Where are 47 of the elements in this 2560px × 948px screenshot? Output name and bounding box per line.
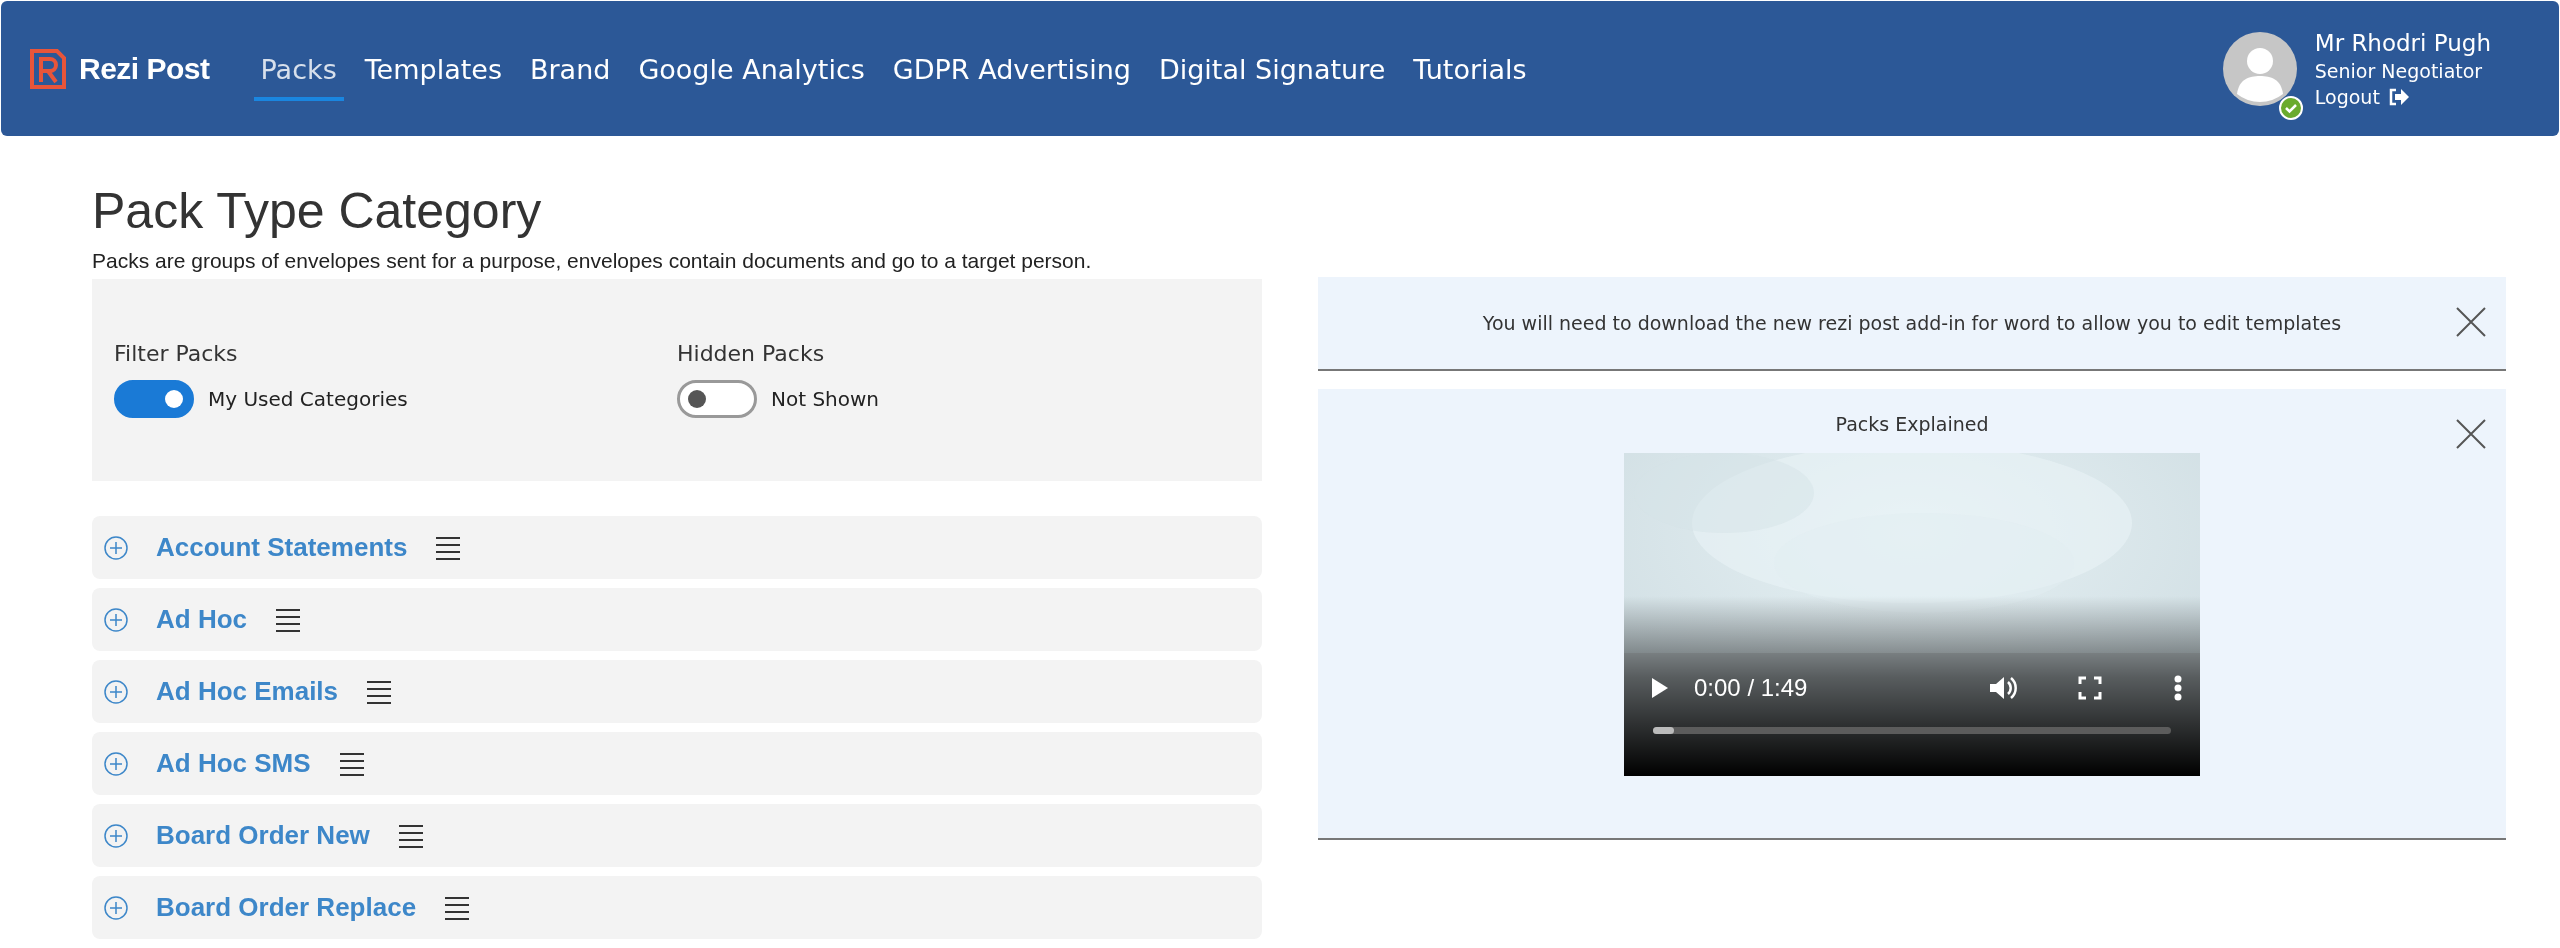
filter-label: Hidden Packs <box>677 341 826 366</box>
page-description: Packs are groups of envelopes sent for a purpose, envelopes contain documents and go to a target person. <box>92 249 1093 273</box>
list-icon[interactable] <box>366 679 393 704</box>
list-icon[interactable] <box>338 751 365 776</box>
toggle-switch[interactable] <box>677 380 757 418</box>
expand-icon[interactable] <box>104 823 128 848</box>
fullscreen-icon[interactable] <box>2078 676 2102 700</box>
toggle-label: Not Shown <box>771 387 880 411</box>
expand-icon[interactable] <box>104 535 128 560</box>
nav-tab[interactable]: GDPR Advertising <box>885 44 1138 101</box>
category-name: Ad Hoc <box>156 604 247 635</box>
toggle-switch[interactable] <box>114 380 194 418</box>
expand-icon[interactable] <box>104 679 128 704</box>
volume-icon[interactable] <box>1988 674 2018 702</box>
category-name: Account Statements <box>156 532 408 563</box>
category-name: Board Order New <box>156 820 370 851</box>
list-icon[interactable] <box>444 895 471 920</box>
play-icon[interactable] <box>1650 676 1670 700</box>
video-title: Packs Explained <box>1835 413 1989 435</box>
nav-tab[interactable]: Templates <box>357 44 509 101</box>
expand-icon[interactable] <box>104 895 128 920</box>
nav-tab[interactable]: Google Analytics <box>631 44 872 101</box>
list-icon[interactable] <box>397 823 424 848</box>
notice-text: You will need to download the new rezi post add-in for word to allow you to edit templates <box>1482 312 2342 334</box>
expand-icon[interactable] <box>104 751 128 776</box>
page-title: Pack Type Category <box>92 182 543 241</box>
category-name: Ad Hoc SMS <box>156 748 311 779</box>
nav-tab[interactable]: Brand <box>523 44 618 101</box>
filter-label: Filter Packs <box>114 341 239 366</box>
logout-icon <box>2387 87 2410 106</box>
category-name: Ad Hoc Emails <box>156 676 339 707</box>
nav-tab[interactable]: Tutorials <box>1406 44 1534 101</box>
nav-tab[interactable]: Packs <box>253 44 344 101</box>
brand-name: Rezi Post <box>79 51 210 86</box>
nav-tab[interactable]: Digital Signature <box>1151 44 1393 101</box>
video-time: 0:00 / 1:49 <box>1694 674 1809 702</box>
list-icon[interactable] <box>275 607 301 632</box>
user-name: Mr Rhodri Pugh <box>2314 29 2491 56</box>
progress-bar[interactable] <box>1653 727 2171 734</box>
more-icon[interactable] <box>2174 675 2182 701</box>
logo-icon <box>29 47 67 90</box>
expand-icon[interactable] <box>104 607 128 632</box>
toggle-label: My Used Categories <box>208 387 408 411</box>
user-role: Senior Negotiator <box>2314 59 2484 82</box>
category-name: Board Order Replace <box>156 892 417 923</box>
logout-link[interactable]: Logout <box>2314 85 2491 108</box>
list-icon[interactable] <box>435 535 462 560</box>
